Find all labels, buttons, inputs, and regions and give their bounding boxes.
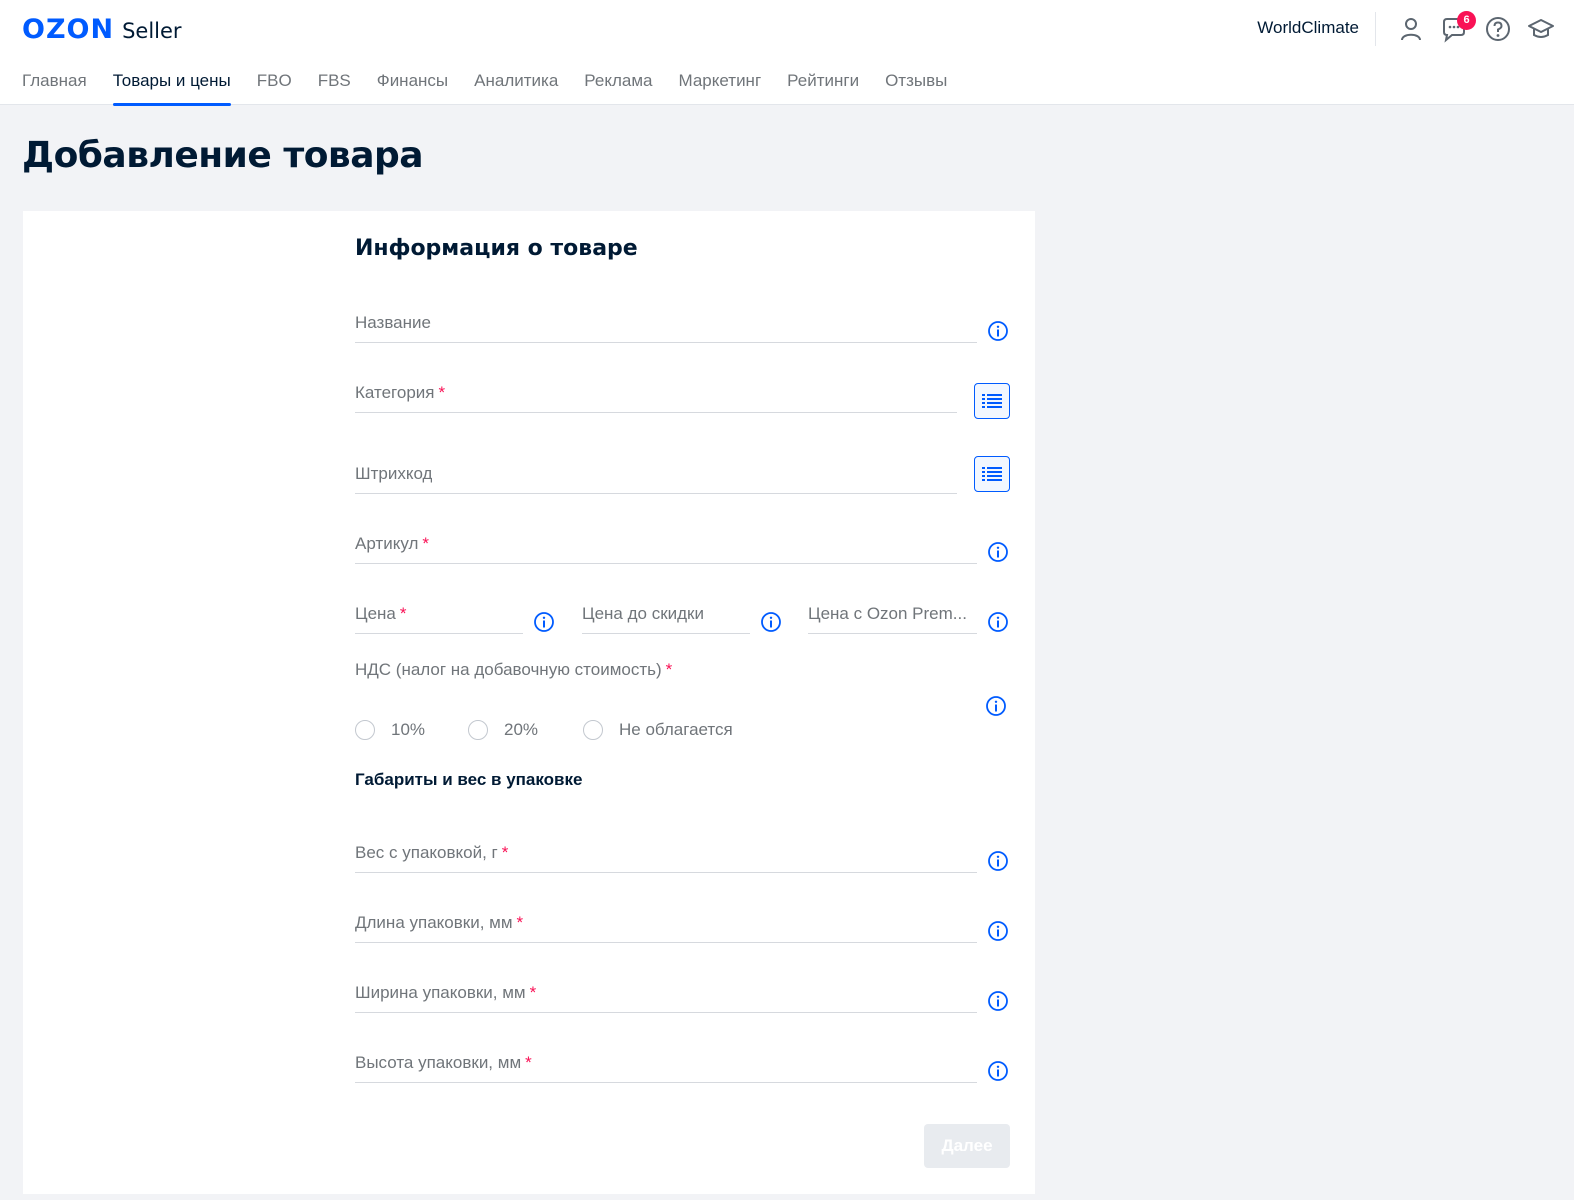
list-icon [982, 467, 1002, 481]
length-label: Длина упаковки, мм * [355, 913, 524, 932]
info-icon[interactable] [987, 320, 1009, 342]
height-field[interactable]: Высота упаковки, мм * [355, 1053, 977, 1083]
notifications-badge: 6 [1457, 11, 1476, 30]
old-price-label: Цена до скидки [582, 604, 704, 623]
name-field[interactable]: Название [355, 313, 977, 343]
company-name[interactable]: WorldClimate [1257, 18, 1359, 38]
price-field[interactable]: Цена * [355, 604, 523, 634]
vat-option-label: 10% [391, 720, 426, 739]
radio-circle [355, 720, 375, 740]
length-field[interactable]: Длина упаковки, мм * [355, 913, 977, 943]
section-title-product-info: Информация о товаре [355, 236, 638, 261]
page-title: Добавление товара [22, 135, 424, 176]
article-label: Артикул * [355, 534, 430, 553]
info-icon[interactable] [987, 611, 1009, 633]
nav-item-products[interactable]: Товары и цены [112, 71, 231, 106]
info-icon[interactable] [533, 611, 555, 633]
vat-label: НДС (налог на добавочную стоимость) * [355, 660, 673, 679]
nav-item-ads[interactable]: Реклама [584, 71, 652, 105]
nav-item-analytics[interactable]: Аналитика [474, 71, 558, 105]
info-icon[interactable] [987, 920, 1009, 942]
vat-radio-none[interactable]: Не облагается [583, 720, 733, 740]
info-icon[interactable] [985, 695, 1007, 717]
barcode-list-button[interactable] [974, 456, 1010, 492]
help-icon[interactable] [1484, 15, 1512, 43]
logo-brand: OZON [22, 14, 115, 45]
premium-price-label: Цена с Ozon Prem... [808, 604, 967, 623]
nav-item-reviews[interactable]: Отзывы [885, 71, 947, 105]
nav-item-finance[interactable]: Финансы [377, 71, 448, 105]
name-label: Название [355, 313, 431, 332]
main-nav: Главная Товары и цены FBO FBS Финансы Ан… [22, 71, 973, 106]
logo-product: Seller [122, 19, 182, 43]
weight-field[interactable]: Вес с упаковкой, г * [355, 843, 977, 873]
radio-circle [583, 720, 603, 740]
article-field[interactable]: Артикул * [355, 534, 977, 564]
nav-item-marketing[interactable]: Маркетинг [679, 71, 762, 105]
vat-option-label: Не облагается [619, 720, 733, 739]
vat-radio-20[interactable]: 20% [468, 720, 538, 740]
category-label: Категория * [355, 383, 446, 402]
radio-circle [468, 720, 488, 740]
nav-item-fbs[interactable]: FBS [318, 71, 351, 105]
logo[interactable]: OZON Seller [22, 14, 182, 45]
top-bar: OZON Seller Главная Товары и цены FBO FB… [0, 0, 1574, 106]
vat-option-label: 20% [504, 720, 539, 739]
category-field[interactable]: Категория * [355, 383, 957, 413]
width-label: Ширина упаковки, мм * [355, 983, 537, 1002]
next-button[interactable]: Далее [924, 1124, 1010, 1168]
nav-item-fbo[interactable]: FBO [257, 71, 292, 105]
old-price-field[interactable]: Цена до скидки [582, 604, 750, 634]
height-label: Высота упаковки, мм * [355, 1053, 532, 1072]
barcode-label: Штрихкод [355, 464, 433, 483]
info-icon[interactable] [760, 611, 782, 633]
width-field[interactable]: Ширина упаковки, мм * [355, 983, 977, 1013]
weight-label: Вес с упаковкой, г * [355, 843, 509, 862]
info-icon[interactable] [987, 541, 1009, 563]
vat-radio-10[interactable]: 10% [355, 720, 425, 740]
info-icon[interactable] [987, 1060, 1009, 1082]
header-divider [1375, 12, 1376, 46]
barcode-field[interactable]: Штрихкод [355, 464, 957, 494]
education-icon[interactable] [1527, 15, 1555, 43]
price-label: Цена * [355, 604, 407, 623]
nav-item-home[interactable]: Главная [22, 71, 87, 105]
user-icon[interactable] [1397, 15, 1425, 43]
category-list-button[interactable] [974, 383, 1010, 419]
premium-price-field[interactable]: Цена с Ozon Prem... [808, 604, 977, 634]
list-icon [982, 394, 1002, 408]
info-icon[interactable] [987, 990, 1009, 1012]
info-icon[interactable] [987, 850, 1009, 872]
dimensions-title: Габариты и вес в упаковке [355, 770, 583, 789]
nav-item-ratings[interactable]: Рейтинги [787, 71, 859, 105]
product-form-card [23, 211, 1035, 1194]
